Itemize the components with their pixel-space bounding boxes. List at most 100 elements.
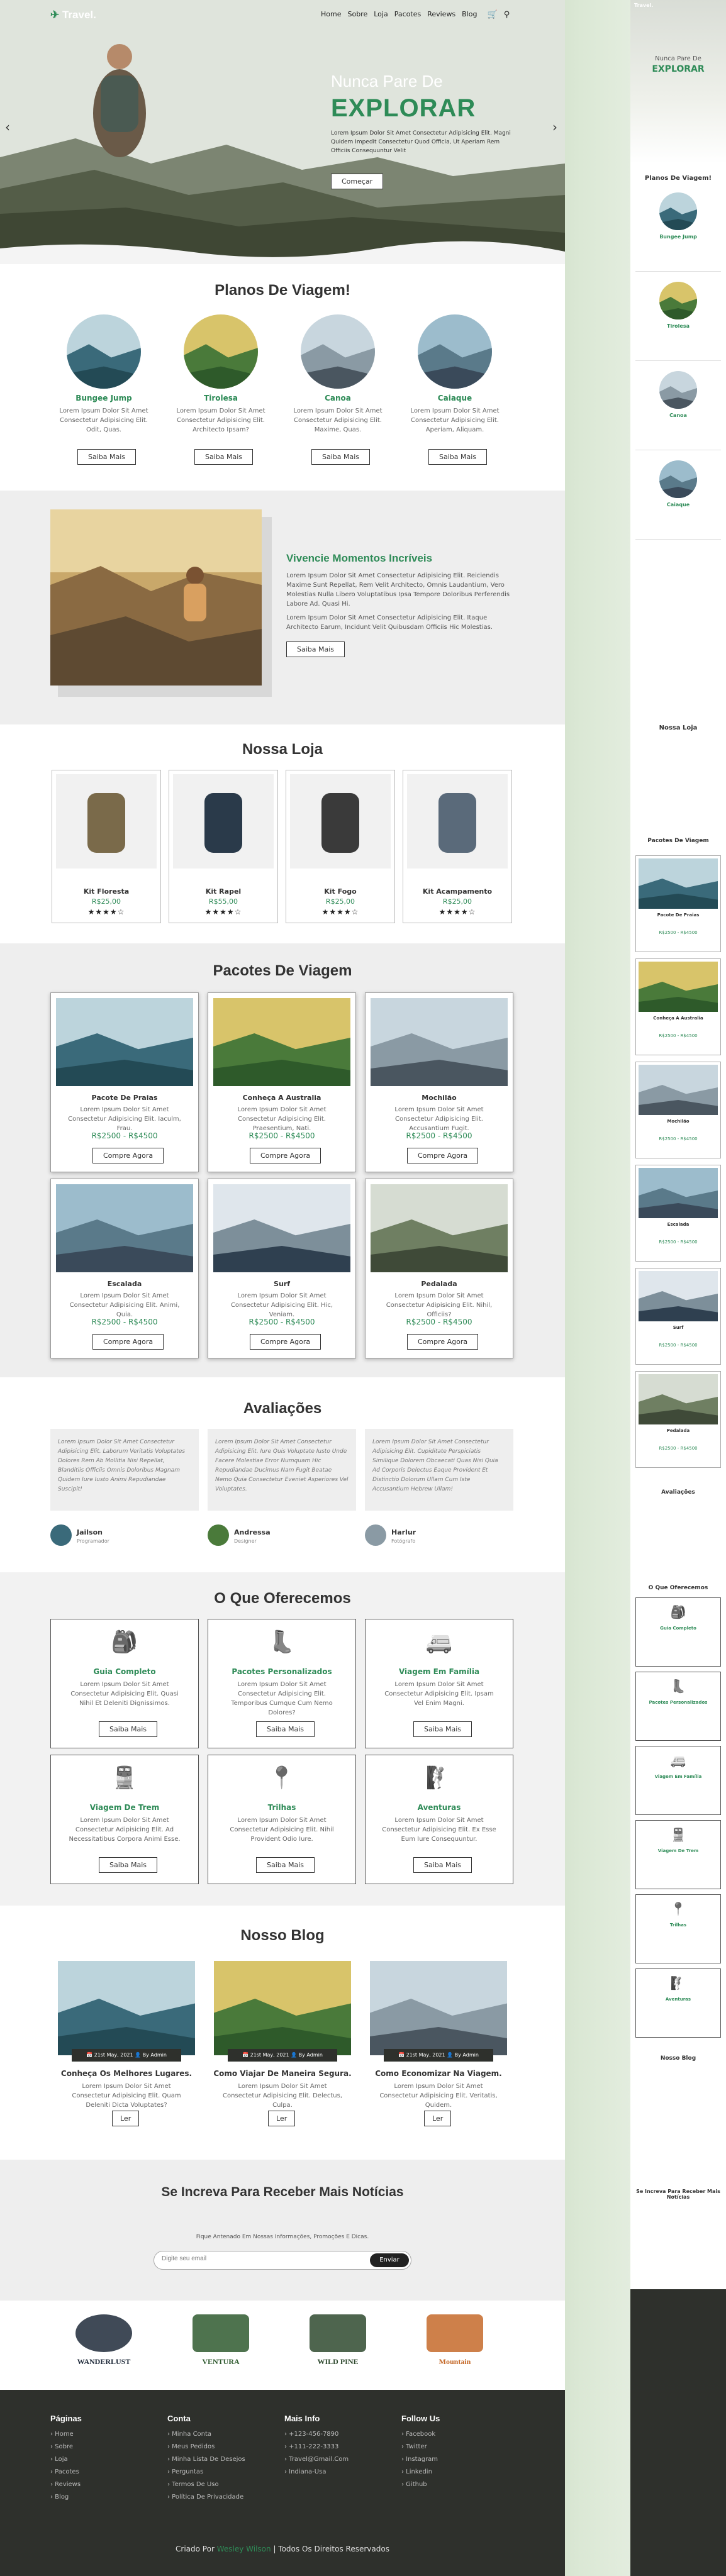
product-shape: [87, 793, 125, 853]
buy-now-button[interactable]: Compre Agora: [250, 1148, 321, 1163]
footer-link[interactable]: › Minha Lista De Desejos: [167, 2456, 274, 2463]
mobile-blog-title: Nosso Blog: [660, 2055, 696, 2062]
service-more-button[interactable]: Saiba Mais: [99, 1721, 158, 1737]
prev-slide-icon[interactable]: ‹: [5, 119, 10, 135]
product-image: [290, 774, 391, 869]
plan-name: Caiaque: [437, 394, 472, 402]
moments-more-button[interactable]: Saiba Mais: [286, 641, 345, 657]
read-button[interactable]: Ler: [268, 2111, 296, 2126]
service-more-button[interactable]: Saiba Mais: [413, 1857, 472, 1873]
brand-logo[interactable]: ✈ Travel.: [50, 9, 96, 21]
product-rating: ★★★★☆: [87, 908, 125, 916]
buy-now-button[interactable]: Compre Agora: [407, 1148, 479, 1163]
buy-now-button[interactable]: Compre Agora: [92, 1334, 164, 1350]
product-price: R$25,00: [91, 897, 121, 906]
package-card: Pacote De Praias Lorem Ipsum Dolor Sit Am…: [50, 992, 199, 1172]
cart-icon[interactable]: 🛒: [488, 10, 498, 19]
footer-link[interactable]: › Instagram: [401, 2456, 508, 2463]
newsletter-subtitle: Fique Antenado Em Nossas Informações, Pr…: [196, 2234, 369, 2240]
plan-more-button[interactable]: Saiba Mais: [77, 449, 137, 465]
footer-link[interactable]: › Travel@Gmail.Com: [284, 2456, 391, 2463]
product-image: [173, 774, 274, 869]
buy-now-button[interactable]: Compre Agora: [92, 1148, 164, 1163]
product-price: R$25,00: [442, 897, 472, 906]
plan-more-button[interactable]: Saiba Mais: [194, 449, 254, 465]
footer-column: Conta › Minha Conta › Meus Pedidos › Minha …: [167, 2414, 274, 2506]
blog-title[interactable]: Conheça Os Melhores Lugares.: [52, 2069, 201, 2078]
footer-link[interactable]: › Sobre: [50, 2443, 157, 2450]
footer-link[interactable]: › Loja: [50, 2456, 157, 2463]
avatar: [208, 1524, 229, 1546]
plan-more-button[interactable]: Saiba Mais: [311, 449, 371, 465]
newsletter-form: Enviar: [154, 2251, 411, 2270]
plan-image: [301, 314, 375, 389]
footer-link[interactable]: › Meus Pedidos: [167, 2443, 274, 2450]
nav-item-home[interactable]: Home: [321, 10, 341, 19]
nav-item-blog[interactable]: Blog: [462, 10, 477, 19]
search-icon[interactable]: ⚲: [504, 10, 510, 19]
service-text: Lorem Ipsum Dolor Sit Amet Consectetur A…: [69, 1817, 181, 1843]
service-name: Trilhas: [267, 1803, 296, 1812]
service-more-button[interactable]: Saiba Mais: [413, 1721, 472, 1737]
footer-link[interactable]: › Home: [50, 2431, 157, 2438]
nav-item-pacotes[interactable]: Pacotes: [394, 10, 421, 19]
footer-link[interactable]: › Facebook: [401, 2431, 508, 2438]
nav-item-loja[interactable]: Loja: [374, 10, 388, 19]
hero-text: Lorem Ipsum Dolor Sit Amet Consectetur A…: [331, 130, 511, 154]
product-image: [56, 774, 157, 869]
nav-item-sobre[interactable]: Sobre: [347, 10, 367, 19]
service-more-button[interactable]: Saiba Mais: [99, 1857, 158, 1873]
subscribe-button[interactable]: Enviar: [370, 2253, 409, 2267]
plan-name: Tirolesa: [204, 394, 238, 402]
nav-item-reviews[interactable]: Reviews: [427, 10, 455, 19]
mobile-service-name: Aventuras: [665, 1997, 691, 2002]
next-slide-icon[interactable]: ›: [552, 119, 557, 135]
mobile-package-card: Mochilão R$2500 - R$4500: [635, 1062, 721, 1158]
review-card: Lorem Ipsum Dolor Sit Amet Consectetur A…: [208, 1429, 356, 1511]
buy-now-button[interactable]: Compre Agora: [250, 1334, 321, 1350]
package-text: Lorem Ipsum Dolor Sit Amet Consectetur A…: [386, 1292, 493, 1318]
blog-image: [58, 1961, 195, 2055]
read-button[interactable]: Ler: [424, 2111, 452, 2126]
email-input[interactable]: [162, 2255, 350, 2262]
footer-link[interactable]: › Blog: [50, 2494, 157, 2501]
credit-author[interactable]: Wesley Wilson: [217, 2545, 271, 2553]
read-button[interactable]: Ler: [112, 2111, 140, 2126]
product-card[interactable]: Kit Fogo R$25,00 ★★★★☆: [286, 770, 395, 923]
footer-link[interactable]: › Termos De Uso: [167, 2481, 274, 2488]
mobile-package-image: [639, 1065, 718, 1115]
services-title: O Que Oferecemos: [214, 1590, 351, 1607]
footer-link[interactable]: › Minha Conta: [167, 2431, 274, 2438]
footer-link[interactable]: › Linkedin: [401, 2468, 508, 2475]
product-card[interactable]: Kit Floresta R$25,00 ★★★★☆: [52, 770, 161, 923]
plan-text: Lorem Ipsum Dolor Sit Amet Consectetur A…: [59, 408, 148, 433]
footer-link[interactable]: › Pacotes: [50, 2468, 157, 2475]
plan-text: Lorem Ipsum Dolor Sit Amet Consectetur A…: [410, 408, 500, 433]
plan-more-button[interactable]: Saiba Mais: [428, 449, 488, 465]
newsletter-section: Se Increva Para Receber Mais Notícias Fi…: [0, 2160, 565, 2301]
service-name: Viagem De Trem: [89, 1803, 160, 1812]
footer-link[interactable]: › +111-222-3333: [284, 2443, 391, 2450]
product-card[interactable]: Kit Rapel R$55,00 ★★★★☆: [169, 770, 278, 923]
mobile-package-price: R$2500 - R$4500: [659, 1240, 698, 1245]
blog-title[interactable]: Como Viajar De Maneira Segura.: [208, 2069, 357, 2078]
footer-link[interactable]: › Perguntas: [167, 2468, 274, 2475]
mobile-package-price: R$2500 - R$4500: [659, 1033, 698, 1038]
footer-link[interactable]: › Github: [401, 2481, 508, 2488]
footer-link[interactable]: › Twitter: [401, 2443, 508, 2450]
buy-now-button[interactable]: Compre Agora: [407, 1334, 479, 1350]
footer-link[interactable]: › Política De Privacidade: [167, 2494, 274, 2501]
footer-link[interactable]: › Indiana-Usa: [284, 2468, 391, 2475]
mobile-logo[interactable]: Travel.: [634, 3, 653, 8]
service-more-button[interactable]: Saiba Mais: [256, 1857, 315, 1873]
mobile-package-name: Conheça A Australia: [653, 1016, 703, 1021]
mobile-plan-name: Tirolesa: [667, 323, 690, 329]
service-more-button[interactable]: Saiba Mais: [256, 1721, 315, 1737]
footer-link[interactable]: › Reviews: [50, 2481, 157, 2488]
start-button[interactable]: Começar: [331, 174, 384, 189]
product-card[interactable]: Kit Acampamento R$25,00 ★★★★☆: [403, 770, 512, 923]
newsletter-title: Se Increva Para Receber Mais Notícias: [161, 2185, 404, 2199]
service-text: Lorem Ipsum Dolor Sit Amet Consectetur A…: [382, 1817, 496, 1843]
footer-link[interactable]: › +123-456-7890: [284, 2431, 391, 2438]
blog-title[interactable]: Como Economizar Na Viagem.: [364, 2069, 513, 2078]
